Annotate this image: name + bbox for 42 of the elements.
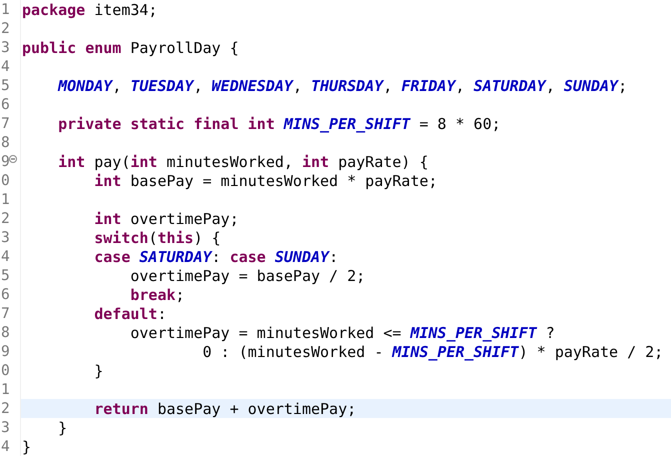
line-number: 6 <box>0 96 10 113</box>
line-number: 8 <box>0 134 10 151</box>
line-number: 1 <box>0 191 10 208</box>
line-number: 0 <box>0 362 10 379</box>
code-line: break; <box>129 285 186 304</box>
code-line: MONDAY, TUESDAY, WEDNESDAY, THURSDAY, FRIDAY, SATURDAY, SUNDAY; <box>56 76 628 95</box>
code-line: public enum PayrollDay { <box>21 38 240 57</box>
code-line: 0 : (minutesWorked - MINS_PER_SHIFT) * payRate / 2; <box>202 342 664 361</box>
code-line: int pay(int minutesWorked, int payRate) { <box>57 152 430 171</box>
code-line: } <box>21 437 32 456</box>
code-line: package item34; <box>21 0 158 19</box>
code-line: switch(this) { <box>93 228 222 247</box>
code-line: int overtimePay; <box>93 209 240 228</box>
line-number: 6 <box>0 286 10 303</box>
code-line: default: <box>93 304 168 323</box>
code-line: } <box>93 361 104 380</box>
line-number: 1 <box>0 381 10 398</box>
code-line: case SATURDAY: case SUNDAY: <box>93 247 340 266</box>
line-number: 4 <box>0 248 10 265</box>
line-number: 8 <box>0 324 10 341</box>
line-number: 9 <box>0 153 10 170</box>
line-number: 3 <box>0 39 10 56</box>
line-number: 9 <box>0 343 10 360</box>
code-line: } <box>57 418 68 437</box>
line-number: 3 <box>0 229 10 246</box>
code-line: overtimePay = minutesWorked <= MINS_PER_SHIFT ? <box>129 323 556 342</box>
line-number: 2 <box>0 20 10 37</box>
line-number: 7 <box>0 115 10 132</box>
line-number: 4 <box>0 58 10 75</box>
line-number: 2 <box>0 210 10 227</box>
collapse-icon[interactable] <box>9 155 17 163</box>
line-number: 0 <box>0 172 10 189</box>
line-number: 1 <box>0 1 10 18</box>
code-line: private static final int MINS_PER_SHIFT = 8 * 60; <box>57 114 502 133</box>
line-number: 5 <box>0 77 10 94</box>
code-line: int basePay = minutesWorked * payRate; <box>93 171 438 190</box>
code-line: overtimePay = basePay / 2; <box>129 266 366 285</box>
line-number: 2 <box>0 400 10 417</box>
line-number: 7 <box>0 305 10 322</box>
line-number: 3 <box>0 419 10 436</box>
line-number: 4 <box>0 438 10 455</box>
line-number: 5 <box>0 267 10 284</box>
